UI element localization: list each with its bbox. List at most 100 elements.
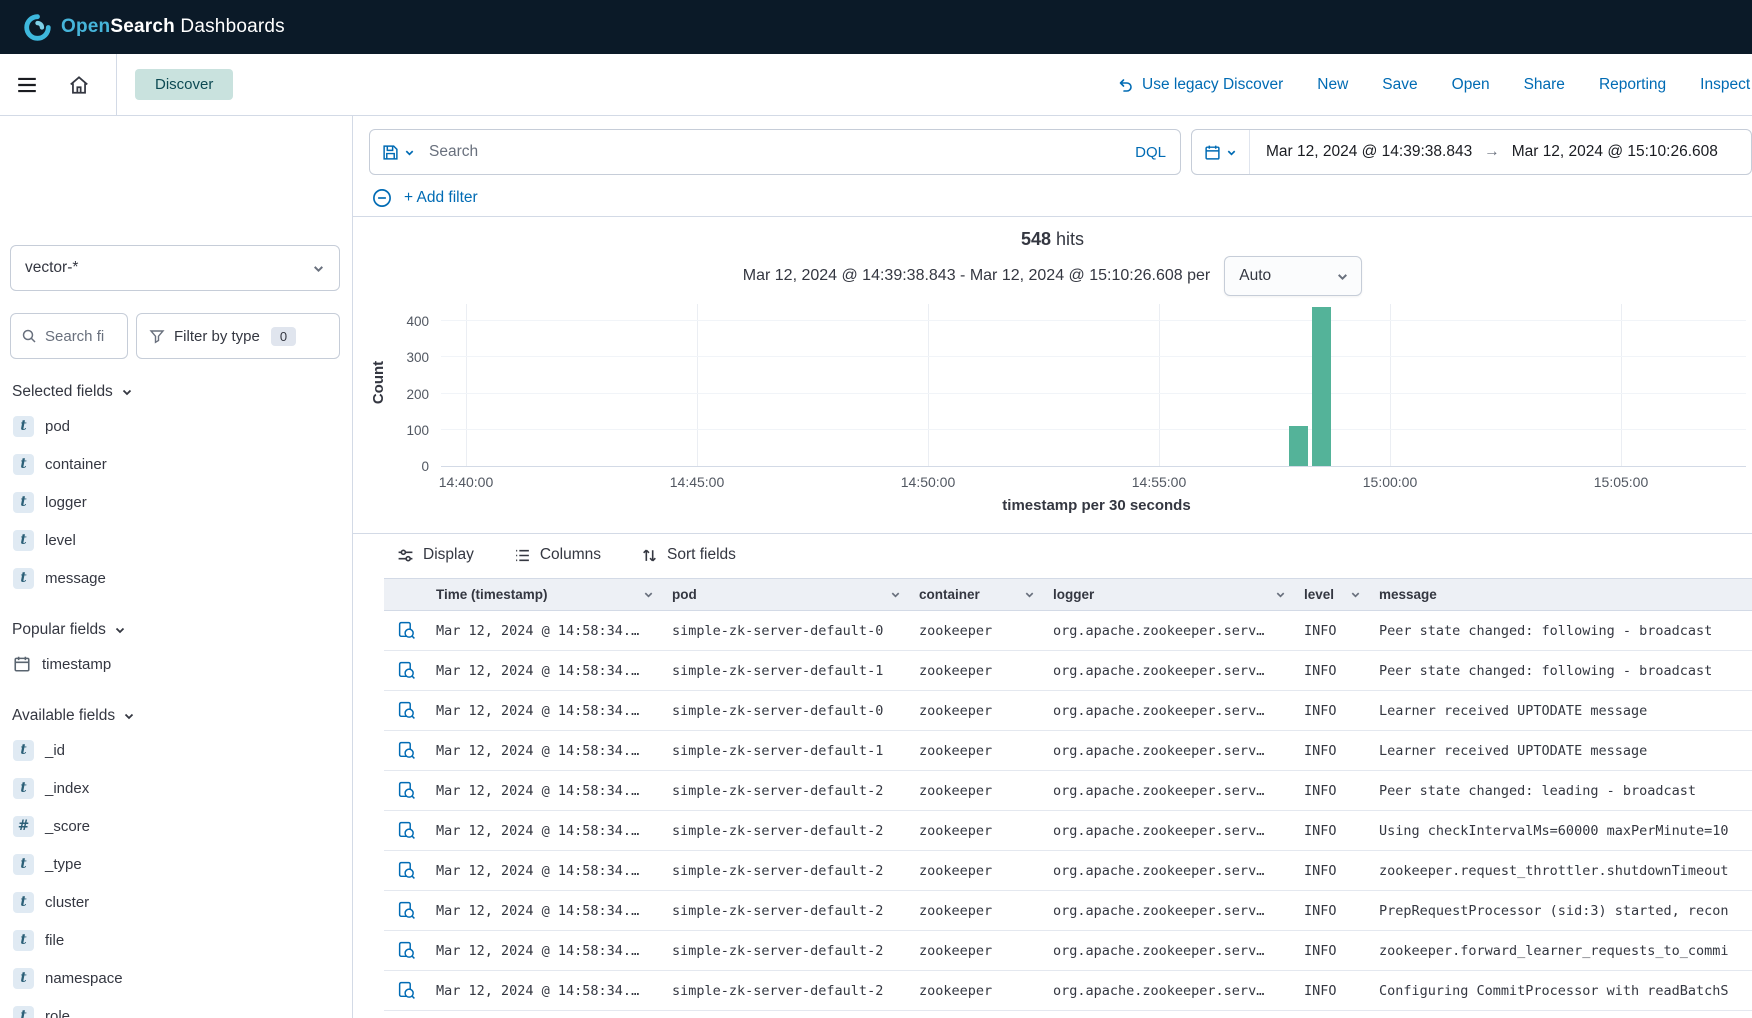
new-link[interactable]: New <box>1317 76 1348 94</box>
expand-document-icon[interactable] <box>397 701 416 720</box>
col-header-container[interactable]: container <box>911 579 1045 610</box>
cell-message: zookeeper.forward_learner_requests_to_co… <box>1371 943 1752 959</box>
cell-pod: simple-zk-server-default-2 <box>664 903 911 919</box>
expand-document-icon[interactable] <box>397 981 416 1000</box>
field-item-file[interactable]: tfile <box>0 921 352 959</box>
chevron-down-icon[interactable] <box>643 589 654 600</box>
col-header-level[interactable]: level <box>1296 579 1371 610</box>
inspect-link[interactable]: Inspect <box>1700 76 1750 94</box>
cell-container: zookeeper <box>911 623 1045 639</box>
text-field-icon: t <box>13 568 34 589</box>
cell-time: Mar 12, 2024 @ 14:58:34.… <box>428 863 664 879</box>
histogram-plot[interactable]: 0100200300400 <box>441 304 1746 467</box>
col-header-pod[interactable]: pod <box>664 579 911 610</box>
saved-query-button[interactable] <box>370 130 427 174</box>
cell-level: INFO <box>1296 823 1371 839</box>
hits-count: 548 hits <box>353 229 1752 250</box>
col-header-message[interactable]: message <box>1371 579 1752 610</box>
x-tick-label: 14:40:00 <box>439 474 494 490</box>
cell-level: INFO <box>1296 903 1371 919</box>
y-tick-label: 0 <box>421 459 429 474</box>
cell-message: Peer state changed: following - broadcas… <box>1371 623 1752 639</box>
share-link[interactable]: Share <box>1524 76 1565 94</box>
field-item-message[interactable]: tmessage <box>0 559 352 597</box>
chevron-down-icon[interactable] <box>1275 589 1286 600</box>
expand-document-icon[interactable] <box>397 621 416 640</box>
field-item-level[interactable]: tlevel <box>0 521 352 559</box>
filter-by-type-button[interactable]: Filter by type 0 <box>136 313 340 359</box>
expand-document-icon[interactable] <box>397 901 416 920</box>
hamburger-menu-icon[interactable] <box>16 74 38 96</box>
field-item-namespace[interactable]: tnamespace <box>0 959 352 997</box>
cell-level: INFO <box>1296 623 1371 639</box>
cell-time: Mar 12, 2024 @ 14:58:34.… <box>428 743 664 759</box>
chevron-down-icon <box>404 147 415 158</box>
text-field-icon: t <box>13 854 34 875</box>
chevron-down-icon[interactable] <box>1350 589 1361 600</box>
interval-select[interactable]: Auto <box>1224 256 1362 296</box>
field-item-logger[interactable]: tlogger <box>0 483 352 521</box>
search-input[interactable] <box>427 142 1121 162</box>
expand-document-icon[interactable] <box>397 741 416 760</box>
x-tick-label: 15:05:00 <box>1594 474 1649 490</box>
table-row: Mar 12, 2024 @ 14:58:34.… simple-zk-serv… <box>384 771 1752 811</box>
histogram-bar[interactable] <box>1289 426 1308 466</box>
open-link[interactable]: Open <box>1452 76 1490 94</box>
field-item-score[interactable]: #_score <box>0 807 352 845</box>
cell-container: zookeeper <box>911 663 1045 679</box>
save-link[interactable]: Save <box>1382 76 1417 94</box>
expand-document-icon[interactable] <box>397 941 416 960</box>
field-item-container[interactable]: tcontainer <box>0 445 352 483</box>
columns-button[interactable]: Columns <box>514 546 601 564</box>
field-item-type[interactable]: t_type <box>0 845 352 883</box>
field-item-id[interactable]: t_id <box>0 731 352 769</box>
available-fields-section[interactable]: Available fields <box>0 683 352 731</box>
date-to[interactable]: Mar 12, 2024 @ 15:10:26.608 <box>1512 143 1718 161</box>
field-item-timestamp[interactable]: timestamp <box>0 645 352 683</box>
add-filter-link[interactable]: + Add filter <box>404 189 478 207</box>
chevron-down-icon[interactable] <box>1024 589 1035 600</box>
time-range-subtitle: Mar 12, 2024 @ 14:39:38.843 - Mar 12, 20… <box>743 267 1210 285</box>
breadcrumb[interactable]: Discover <box>135 69 233 100</box>
chevron-down-icon[interactable] <box>890 589 901 600</box>
expand-document-icon[interactable] <box>397 661 416 680</box>
use-legacy-discover-link[interactable]: Use legacy Discover <box>1118 76 1283 94</box>
expand-document-icon[interactable] <box>397 821 416 840</box>
expand-document-icon[interactable] <box>397 781 416 800</box>
field-search-input[interactable]: Search fi <box>10 313 128 359</box>
home-icon[interactable] <box>68 74 90 96</box>
selected-fields-section[interactable]: Selected fields <box>0 359 352 407</box>
col-header-time[interactable]: Time (timestamp) <box>428 579 664 610</box>
popular-fields-section[interactable]: Popular fields <box>0 597 352 645</box>
cell-logger: org.apache.zookeeper.serv… <box>1045 743 1296 759</box>
cell-level: INFO <box>1296 783 1371 799</box>
field-item-cluster[interactable]: tcluster <box>0 883 352 921</box>
filter-options-icon[interactable] <box>372 188 392 208</box>
cell-logger: org.apache.zookeeper.serv… <box>1045 703 1296 719</box>
field-item-pod[interactable]: tpod <box>0 407 352 445</box>
cell-message: Learner received UPTODATE message <box>1371 703 1752 719</box>
cell-level: INFO <box>1296 943 1371 959</box>
cell-time: Mar 12, 2024 @ 14:58:34.… <box>428 903 664 919</box>
date-from[interactable]: Mar 12, 2024 @ 14:39:38.843 <box>1266 143 1472 161</box>
save-icon <box>382 144 399 161</box>
calendar-icon <box>1204 144 1221 161</box>
display-button[interactable]: Display <box>397 546 474 564</box>
field-item-role[interactable]: trole <box>0 997 352 1018</box>
field-item-index[interactable]: t_index <box>0 769 352 807</box>
query-language-button[interactable]: DQL <box>1121 144 1180 161</box>
calendar-dropdown-button[interactable] <box>1192 130 1250 174</box>
filter-count-badge: 0 <box>271 327 296 346</box>
cell-container: zookeeper <box>911 783 1045 799</box>
reporting-link[interactable]: Reporting <box>1599 76 1666 94</box>
cell-time: Mar 12, 2024 @ 14:58:34.… <box>428 663 664 679</box>
index-pattern-select[interactable]: vector-* <box>10 245 340 291</box>
histogram-bar[interactable] <box>1312 307 1331 466</box>
cell-message: Peer state changed: following - broadcas… <box>1371 663 1752 679</box>
sort-fields-button[interactable]: Sort fields <box>641 546 736 564</box>
col-header-logger[interactable]: logger <box>1045 579 1296 610</box>
gridline <box>928 304 929 466</box>
table-row: Mar 12, 2024 @ 14:58:34.… simple-zk-serv… <box>384 971 1752 1011</box>
expand-document-icon[interactable] <box>397 861 416 880</box>
cell-container: zookeeper <box>911 943 1045 959</box>
